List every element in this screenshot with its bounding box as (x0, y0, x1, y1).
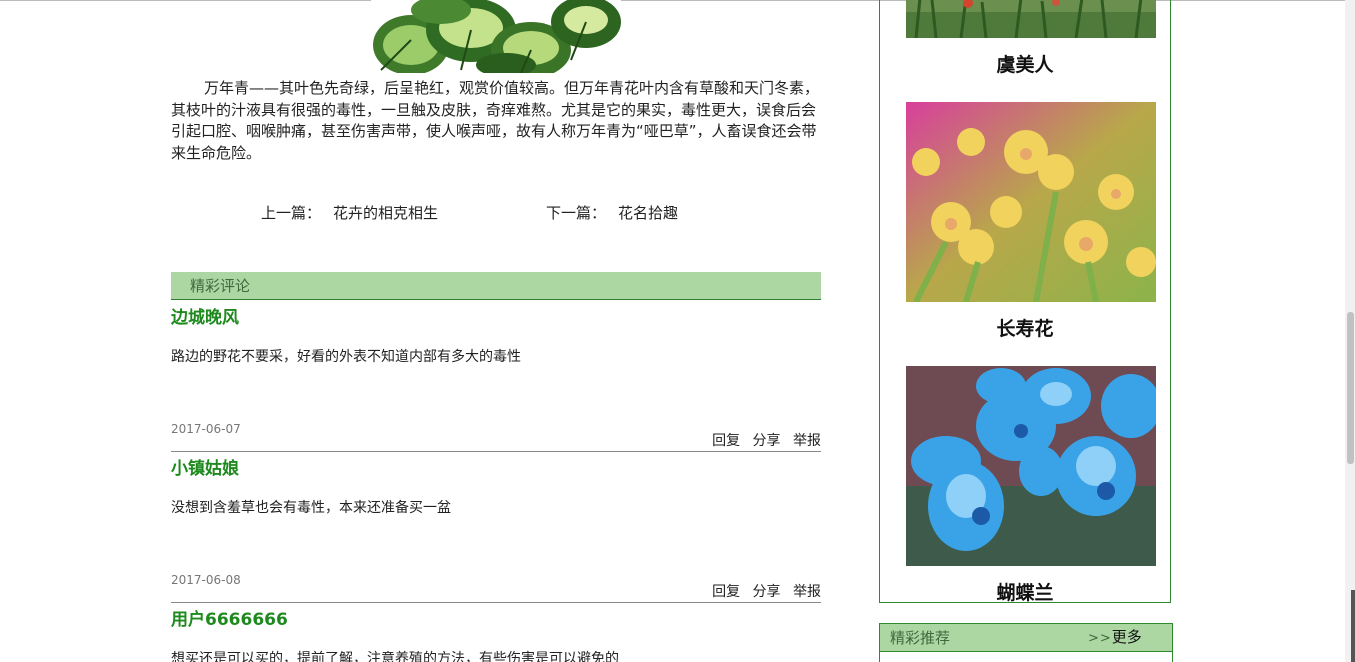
comment-divider (171, 451, 821, 452)
reply-button[interactable]: 回复 (712, 433, 740, 449)
share-button[interactable]: 分享 (753, 433, 781, 449)
flower-image-kalanchoe[interactable] (906, 102, 1156, 302)
comment-author[interactable]: 小镇姑娘 (171, 454, 239, 479)
flower-image-orchid[interactable] (906, 366, 1156, 566)
scrollbar-thumb-secondary[interactable] (1351, 590, 1355, 662)
more-label: 更多 (1111, 628, 1142, 646)
recommend-title: 精彩推荐 (890, 629, 951, 647)
next-label: 下一篇： (546, 204, 607, 222)
comment-actions: 回复 分享 举报 (704, 430, 821, 450)
more-arrows: >> (1088, 631, 1112, 646)
next-article[interactable]: 下一篇： 花名拾趣 (546, 202, 678, 223)
share-button[interactable]: 分享 (753, 584, 781, 600)
next-article-link[interactable]: 花名拾趣 (618, 204, 678, 222)
plant-image (371, 0, 621, 73)
comment-text: 路边的野花不要采，好看的外表不知道内部有多大的毒性 (171, 349, 521, 365)
comment-text: 想买还是可以买的，提前了解，注意养殖的方法，有些伤害是可以避免的 (171, 651, 619, 662)
flower-image-poppy[interactable] (906, 0, 1156, 38)
comment-actions: 回复 分享 举报 (704, 581, 821, 601)
report-button[interactable]: 举报 (793, 433, 821, 449)
reply-button[interactable]: 回复 (712, 584, 740, 600)
comment-author[interactable]: 边城晚风 (171, 303, 239, 328)
flower-caption[interactable]: 虞美人 (880, 50, 1170, 77)
scrollbar-thumb[interactable] (1347, 312, 1354, 464)
comment-divider (171, 602, 821, 603)
prev-article-link[interactable]: 花卉的相克相生 (333, 204, 438, 222)
recommend-header: 精彩推荐 >>更多 (880, 624, 1172, 652)
comment-author[interactable]: 用户6666666 (171, 605, 288, 630)
flower-caption[interactable]: 长寿花 (880, 314, 1170, 341)
prev-article[interactable]: 上一篇： 花卉的相克相生 (261, 202, 438, 223)
comment-text: 没想到含羞草也会有毒性，本来还准备买一盆 (171, 500, 451, 516)
comment-date: 2017-06-07 (171, 422, 241, 436)
comments-title: 精彩评论 (190, 277, 251, 295)
more-link[interactable]: >>更多 (1088, 626, 1142, 647)
flower-caption[interactable]: 蝴蝶兰 (880, 578, 1170, 602)
prev-label: 上一篇： (261, 204, 322, 222)
report-button[interactable]: 举报 (793, 584, 821, 600)
article-paragraph: 万年青——其叶色先奇绿，后呈艳红，观赏价值较高。但万年青花叶内含有草酸和天门冬素… (171, 79, 820, 162)
comment-date: 2017-06-08 (171, 573, 241, 587)
comments-header: 精彩评论 (171, 272, 821, 300)
recommend-box: 精彩推荐 >>更多 (879, 623, 1173, 662)
flower-gallery: 虞美人 长寿花 蝴蝶兰 (879, 0, 1171, 603)
